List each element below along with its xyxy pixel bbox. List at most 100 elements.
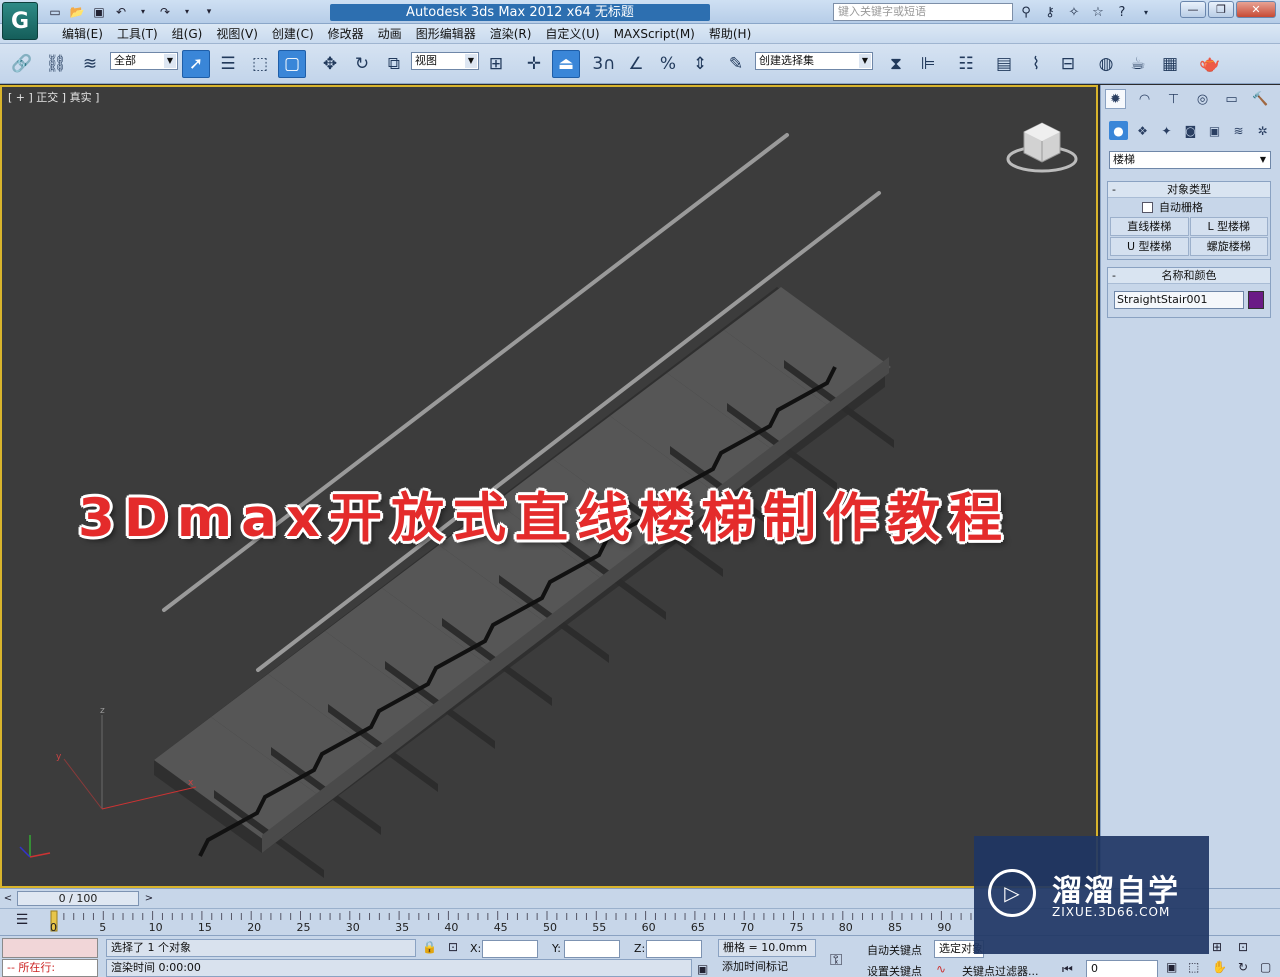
geometry-icon[interactable]: ● — [1109, 121, 1128, 140]
maxscript-listener-output[interactable]: -- 所在行: — [2, 959, 98, 977]
select-and-rotate-icon[interactable]: ↻ — [348, 50, 376, 78]
cameras-icon[interactable]: ◙ — [1181, 121, 1200, 140]
schematic-view-icon[interactable]: ⊟ — [1054, 50, 1082, 78]
spinner-snap-icon[interactable]: ⇕ — [686, 50, 714, 78]
named-selection-dropdown[interactable]: 创建选择集 ▼ — [755, 52, 873, 70]
reference-coordinate-dropdown[interactable]: 视图 ▼ — [411, 52, 479, 70]
lights-icon[interactable]: ✦ — [1157, 121, 1176, 140]
menu-tools[interactable]: 工具(T) — [110, 26, 165, 42]
time-tag-icon[interactable]: ▣ — [697, 962, 708, 976]
select-object-icon[interactable]: ➚ — [182, 50, 210, 78]
space-warps-icon[interactable]: ≋ — [1229, 121, 1248, 140]
geometry-category-dropdown[interactable]: 楼梯 ▼ — [1109, 151, 1271, 169]
menu-create[interactable]: 创建(C) — [265, 26, 321, 42]
restore-icon[interactable]: ❐ — [1208, 1, 1234, 18]
menu-rendering[interactable]: 渲染(R) — [483, 26, 539, 42]
app-logo-button[interactable]: G — [2, 2, 38, 40]
menu-maxscript[interactable]: MAXScript(M) — [607, 26, 702, 42]
binoculars-icon[interactable]: ⚲ — [1016, 3, 1036, 21]
material-editor-icon[interactable]: ◍ — [1092, 50, 1120, 78]
undo-icon[interactable]: ↶ — [112, 3, 130, 20]
key-filters-button[interactable]: 关键点过滤器... — [962, 963, 1039, 977]
help-icon[interactable]: ? — [1112, 3, 1132, 21]
unlink-selection-icon[interactable]: ⛓ — [42, 50, 70, 78]
straight-stair-button[interactable]: 直线楼梯 — [1110, 217, 1189, 236]
communication-icon[interactable]: ✧ — [1064, 3, 1084, 21]
help-dropdown-icon[interactable]: ▾ — [1136, 3, 1156, 21]
pivot-center-icon[interactable]: ⊞ — [482, 50, 510, 78]
save-file-icon[interactable]: ▣ — [90, 3, 108, 20]
window-crossing-icon[interactable]: ▢ — [278, 50, 306, 78]
select-and-move-icon[interactable]: ✥ — [316, 50, 344, 78]
minimize-icon[interactable]: — — [1180, 1, 1206, 18]
rectangular-selection-icon[interactable]: ⬚ — [246, 50, 274, 78]
shapes-icon[interactable]: ❖ — [1133, 121, 1152, 140]
y-coord-field[interactable] — [564, 940, 620, 958]
modify-tab-icon[interactable]: ◠ — [1134, 89, 1155, 109]
l-type-stair-button[interactable]: L 型楼梯 — [1189, 217, 1268, 236]
object-color-swatch[interactable] — [1248, 291, 1264, 309]
snaps-toggle-icon[interactable]: 3∩ — [590, 50, 618, 78]
mirror-icon[interactable]: ⧗ — [882, 50, 910, 78]
curve-editor-icon[interactable]: ⌇ — [1022, 50, 1050, 78]
render-setup-icon[interactable]: ☕ — [1124, 50, 1152, 78]
bind-to-space-warp-icon[interactable]: ≋ — [76, 50, 104, 78]
render-production-icon[interactable]: 🫖 — [1196, 50, 1224, 78]
layer-manager-icon[interactable]: ☷ — [952, 50, 980, 78]
view-cube[interactable] — [1006, 122, 1078, 173]
search-input[interactable]: 键入关键字或短语 — [833, 3, 1013, 21]
object-type-header[interactable]: - 对象类型 — [1108, 182, 1270, 198]
name-and-color-header[interactable]: - 名称和颜色 — [1108, 268, 1270, 284]
angle-snap-icon[interactable]: ∠ — [622, 50, 650, 78]
maxscript-mini-listener[interactable] — [2, 938, 98, 958]
create-tab-icon[interactable]: ✹ — [1105, 89, 1126, 109]
set-key-button[interactable]: 设置关键点 — [867, 963, 922, 977]
x-coord-field[interactable] — [482, 940, 538, 958]
maximize-viewport-icon[interactable]: ▢ — [1260, 960, 1271, 974]
autogrid-checkbox[interactable] — [1142, 201, 1153, 213]
open-file-icon[interactable]: 📂 — [68, 3, 86, 20]
display-tab-icon[interactable]: ▭ — [1221, 89, 1242, 109]
menu-animation[interactable]: 动画 — [371, 26, 409, 42]
redo-icon[interactable]: ↷ — [156, 3, 174, 20]
time-slider-thumb[interactable]: 0 / 100 — [17, 891, 139, 906]
menu-edit[interactable]: 编辑(E) — [55, 26, 110, 42]
z-coord-field[interactable] — [646, 940, 702, 958]
current-frame-field[interactable]: 0 — [1086, 960, 1158, 977]
hierarchy-tab-icon[interactable]: ⊤ — [1163, 89, 1184, 109]
orbit-icon[interactable]: ↻ — [1238, 960, 1248, 974]
selection-filter-dropdown[interactable]: 全部 ▼ — [110, 52, 178, 70]
zoom-extents-all-icon[interactable]: ⊡ — [1238, 940, 1248, 954]
menu-customize[interactable]: 自定义(U) — [538, 26, 606, 42]
graphite-ribbon-icon[interactable]: ▤ — [990, 50, 1018, 78]
close-icon[interactable]: ✕ — [1236, 1, 1276, 18]
percent-snap-icon[interactable]: % — [654, 50, 682, 78]
time-slider-prev-icon[interactable]: < — [1, 891, 15, 906]
redo-dropdown-icon[interactable]: ▾ — [178, 3, 196, 20]
menu-views[interactable]: 视图(V) — [209, 26, 265, 42]
pan-view-icon[interactable]: ✋ — [1212, 960, 1227, 974]
auto-key-button[interactable]: 自动关键点 — [867, 942, 922, 958]
time-slider-next-icon[interactable]: > — [142, 891, 156, 906]
select-manipulate-icon[interactable]: ✛ — [520, 50, 548, 78]
u-type-stair-button[interactable]: U 型楼梯 — [1110, 237, 1189, 256]
absolute-mode-icon[interactable]: ⊡ — [448, 940, 458, 954]
zoom-region-icon[interactable]: ⬚ — [1188, 960, 1199, 974]
rendered-frame-window-icon[interactable]: ▦ — [1156, 50, 1184, 78]
menu-group[interactable]: 组(G) — [165, 26, 210, 42]
menu-help[interactable]: 帮助(H) — [702, 26, 758, 42]
select-and-scale-icon[interactable]: ⧉ — [380, 50, 408, 78]
viewport-label[interactable]: [ + ] 正交 ] 真实 ] — [8, 89, 99, 105]
open-mini-curve-editor-icon[interactable]: ☰ — [12, 912, 32, 932]
select-and-link-icon[interactable]: 🔗 — [8, 50, 36, 78]
select-by-name-icon[interactable]: ☰ — [214, 50, 242, 78]
perspective-viewport[interactable]: z y x [ + ] 正交 ] 真实 ] 3Dmax开放式直线楼梯制作教程 — [0, 85, 1098, 888]
undo-dropdown-icon[interactable]: ▾ — [134, 3, 152, 20]
menu-modifiers[interactable]: 修改器 — [321, 26, 371, 42]
helpers-icon[interactable]: ▣ — [1205, 121, 1224, 140]
selection-lock-icon[interactable]: 🔒 — [422, 940, 437, 954]
object-name-field[interactable]: StraightStair001 — [1114, 291, 1244, 309]
spiral-stair-button[interactable]: 螺旋楼梯 — [1189, 237, 1268, 256]
go-to-start-icon[interactable]: ⏮ — [1062, 962, 1073, 977]
zoom-extents-icon[interactable]: ⊞ — [1212, 940, 1222, 954]
